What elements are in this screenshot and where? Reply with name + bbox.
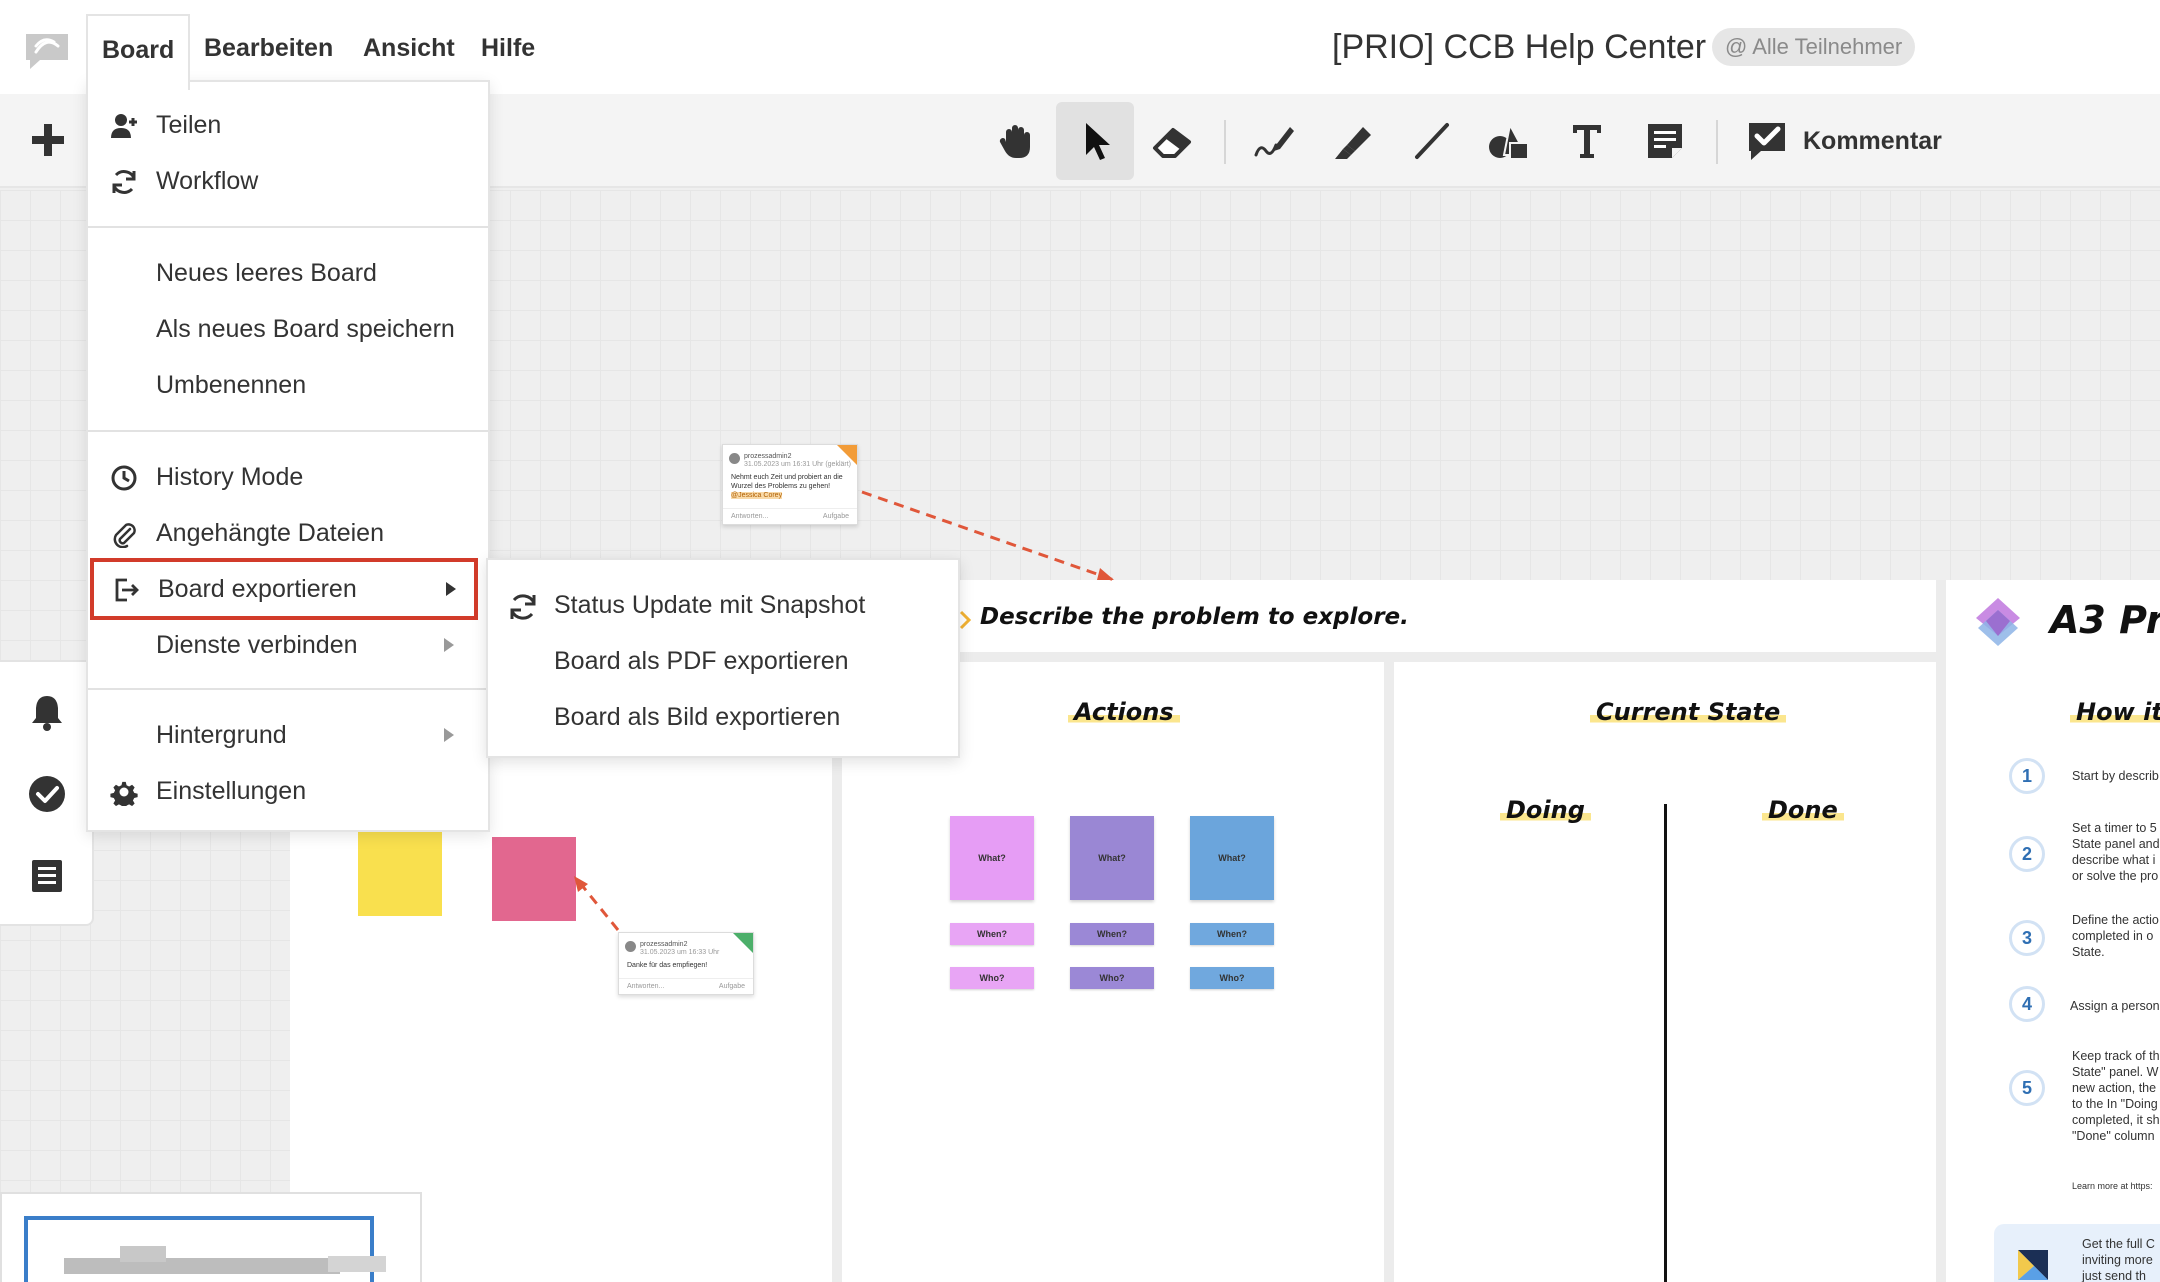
menu-item-new-board[interactable]: Neues leeres Board <box>88 246 488 300</box>
board-menu-dropdown: Teilen Workflow Neues leeres Board Als n… <box>86 80 490 832</box>
highlighter-icon <box>1335 127 1371 159</box>
submenu-arrow-icon <box>444 728 454 742</box>
text-tool[interactable] <box>1548 102 1626 180</box>
shapes-tool[interactable] <box>1470 102 1548 180</box>
sticky-note-icon <box>1648 124 1682 158</box>
share-user-icon <box>111 114 137 138</box>
menu-separator <box>88 430 488 432</box>
submenu-item-export-pdf[interactable]: Board als PDF exportieren <box>488 634 958 688</box>
comment-tool-label: Kommentar <box>1803 126 1942 155</box>
workflow-icon <box>112 170 136 194</box>
menu-item-share[interactable]: Teilen <box>88 98 488 152</box>
shapes-icon <box>1489 122 1529 160</box>
text-icon <box>1573 125 1601 158</box>
highlighter-tool[interactable] <box>1314 102 1392 180</box>
cursor-icon <box>1086 123 1110 160</box>
left-sidebar <box>0 660 94 926</box>
board-title[interactable]: [PRIO] CCB Help Center <box>1332 24 1706 70</box>
sticky-note-tool[interactable] <box>1626 102 1704 180</box>
menu-item-history-mode[interactable]: History Mode <box>88 450 488 504</box>
hand-icon <box>999 125 1030 158</box>
menu-item-settings[interactable]: Einstellungen <box>88 764 488 818</box>
participants-badge[interactable]: @ Alle Teilnehmer <box>1712 28 1916 66</box>
list-icon[interactable] <box>27 856 67 896</box>
line-tool[interactable] <box>1392 102 1470 180</box>
pen-icon <box>1254 127 1294 157</box>
menu-item-rename[interactable]: Umbenennen <box>88 358 488 412</box>
minimap[interactable] <box>0 1192 422 1282</box>
gear-icon <box>110 781 138 806</box>
export-submenu: Status Update mit Snapshot Board als PDF… <box>486 558 960 758</box>
arrow-head <box>1097 568 1114 580</box>
menu-edit[interactable]: Bearbeiten <box>190 20 347 76</box>
hand-tool[interactable] <box>978 102 1056 180</box>
app-logo-icon[interactable] <box>22 30 72 72</box>
menu-board[interactable]: Board <box>86 14 191 90</box>
refresh-icon <box>510 594 536 620</box>
submenu-item-status-update[interactable]: Status Update mit Snapshot <box>488 578 958 632</box>
clock-icon <box>111 465 137 491</box>
menu-view[interactable]: Ansicht <box>349 20 469 76</box>
minimap-viewport[interactable] <box>24 1216 374 1282</box>
menu-item-export-board[interactable]: Board exportieren <box>90 558 478 620</box>
eraser-icon <box>1153 128 1191 158</box>
menu-help[interactable]: Hilfe <box>467 20 549 76</box>
bell-icon[interactable] <box>27 692 67 732</box>
pen-tool[interactable] <box>1236 102 1314 180</box>
line-icon <box>1415 123 1449 159</box>
select-tool[interactable] <box>1056 102 1134 180</box>
paperclip-icon <box>113 523 136 548</box>
menu-item-connect-services[interactable]: Dienste verbinden <box>88 618 488 672</box>
submenu-arrow-icon <box>446 582 456 596</box>
menu-separator <box>88 688 488 690</box>
menu-item-workflow[interactable]: Workflow <box>88 154 488 208</box>
menu-item-attachments[interactable]: Angehängte Dateien <box>88 506 488 560</box>
submenu-arrow-icon <box>444 638 454 652</box>
comment-tool[interactable]: Kommentar <box>1745 116 1942 166</box>
menu-item-background[interactable]: Hintergrund <box>88 708 488 762</box>
eraser-tool[interactable] <box>1134 102 1212 180</box>
menu-item-save-as[interactable]: Als neues Board speichern <box>88 302 488 356</box>
toolbar-divider <box>1716 120 1718 164</box>
toolbar-divider <box>1224 120 1226 164</box>
menu-separator <box>88 226 488 228</box>
export-icon <box>115 578 139 602</box>
add-icon[interactable] <box>26 118 70 162</box>
comment-check-icon <box>1749 123 1785 160</box>
submenu-item-export-image[interactable]: Board als Bild exportieren <box>488 690 958 744</box>
check-circle-icon[interactable] <box>27 774 67 814</box>
